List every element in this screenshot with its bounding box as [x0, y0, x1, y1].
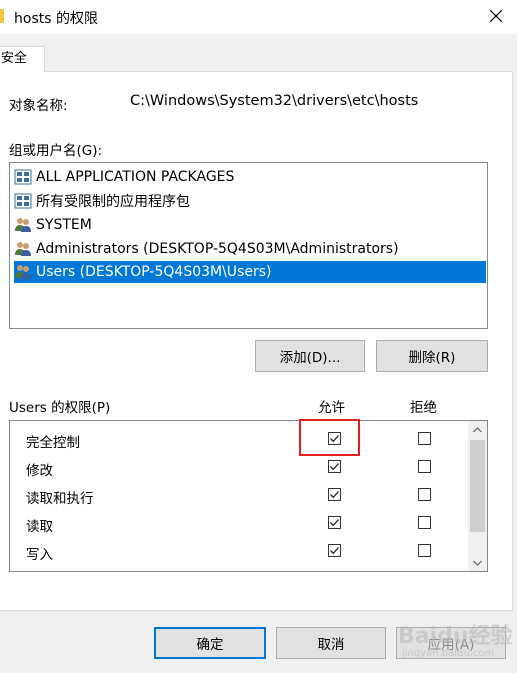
group-item-administrators[interactable]: Administrators (DESKTOP-5Q4S03M\Administ…	[14, 238, 486, 260]
add-button[interactable]: 添加(D)...	[255, 340, 365, 372]
permission-row-read: 读取	[10, 509, 468, 537]
deny-column-header: 拒绝	[410, 400, 437, 416]
deny-checkbox[interactable]	[418, 488, 431, 501]
deny-checkbox[interactable]	[418, 460, 431, 473]
group-item-restricted-app-packages[interactable]: 所有受限制的应用程序包	[14, 190, 486, 212]
allow-checkbox[interactable]	[328, 544, 341, 557]
group-item-label: ALL APPLICATION PACKAGES	[36, 169, 235, 185]
permissions-label: Users 的权限(P)	[9, 400, 111, 416]
close-button[interactable]	[476, 0, 516, 32]
chevron-up-icon	[473, 426, 482, 432]
permissions-list[interactable]: 完全控制 修改 读取和执行 读取 写入	[9, 420, 488, 572]
checkmark-icon	[330, 463, 339, 471]
group-item-label: SYSTEM	[36, 217, 92, 233]
group-item-all-application-packages[interactable]: ALL APPLICATION PACKAGES	[14, 166, 486, 188]
title-bar: hosts 的权限	[0, 0, 517, 34]
object-name-label: 对象名称:	[9, 98, 68, 114]
users-icon	[15, 242, 31, 256]
allow-column-header: 允许	[318, 400, 345, 416]
users-icon	[15, 265, 31, 279]
package-group-icon	[14, 169, 32, 185]
allow-checkbox[interactable]	[328, 488, 341, 501]
tab-security[interactable]: 安全	[0, 46, 45, 72]
apply-button[interactable]: 应用(A)	[396, 627, 506, 659]
window-title: hosts 的权限	[14, 11, 98, 27]
deny-checkbox[interactable]	[418, 544, 431, 557]
permission-row-write: 写入	[10, 537, 468, 565]
permission-row-read-execute: 读取和执行	[10, 481, 468, 509]
scroll-thumb[interactable]	[470, 440, 485, 532]
checkmark-icon	[330, 519, 339, 527]
deny-checkbox[interactable]	[418, 516, 431, 529]
permission-row-partial	[10, 565, 468, 571]
checkmark-icon	[330, 491, 339, 499]
permission-name: 写入	[26, 547, 53, 563]
permission-row-full-control: 完全控制	[10, 425, 468, 453]
permission-row-modify: 修改	[10, 453, 468, 481]
object-name-value: C:\Windows\System32\drivers\etc\hosts	[130, 93, 419, 109]
permission-name: 读取和执行	[26, 491, 94, 507]
permission-name: 修改	[26, 463, 53, 479]
permission-name: 完全控制	[26, 435, 80, 451]
group-item-system[interactable]: SYSTEM	[14, 214, 486, 236]
allow-checkbox[interactable]	[328, 460, 341, 473]
checkmark-icon	[330, 547, 339, 555]
groups-label: 组或用户名(G):	[9, 143, 103, 159]
permissions-scrollbar[interactable]	[468, 421, 487, 571]
close-icon	[489, 9, 503, 23]
group-item-users[interactable]: Users (DESKTOP-5Q4S03M\Users)	[14, 261, 486, 283]
users-icon	[15, 218, 31, 232]
groups-listbox[interactable]: ALL APPLICATION PACKAGES 所有受限制的应用程序包 SYS…	[9, 162, 488, 329]
group-item-label: Administrators (DESKTOP-5Q4S03M\Administ…	[36, 241, 399, 257]
folder-icon	[0, 9, 4, 23]
scroll-down-button[interactable]	[468, 554, 487, 571]
checkmark-icon	[330, 435, 339, 443]
group-item-label: Users (DESKTOP-5Q4S03M\Users)	[36, 264, 272, 280]
remove-button[interactable]: 删除(R)	[376, 340, 488, 372]
allow-checkbox[interactable]	[328, 432, 341, 445]
deny-checkbox[interactable]	[418, 432, 431, 445]
cancel-button[interactable]: 取消	[276, 627, 386, 659]
allow-checkbox[interactable]	[328, 516, 341, 529]
permission-name: 读取	[26, 519, 53, 535]
group-item-label: 所有受限制的应用程序包	[36, 194, 190, 210]
scroll-up-button[interactable]	[468, 421, 487, 438]
chevron-down-icon	[473, 560, 482, 566]
package-group-icon	[14, 193, 32, 209]
ok-button[interactable]: 确定	[154, 627, 266, 659]
